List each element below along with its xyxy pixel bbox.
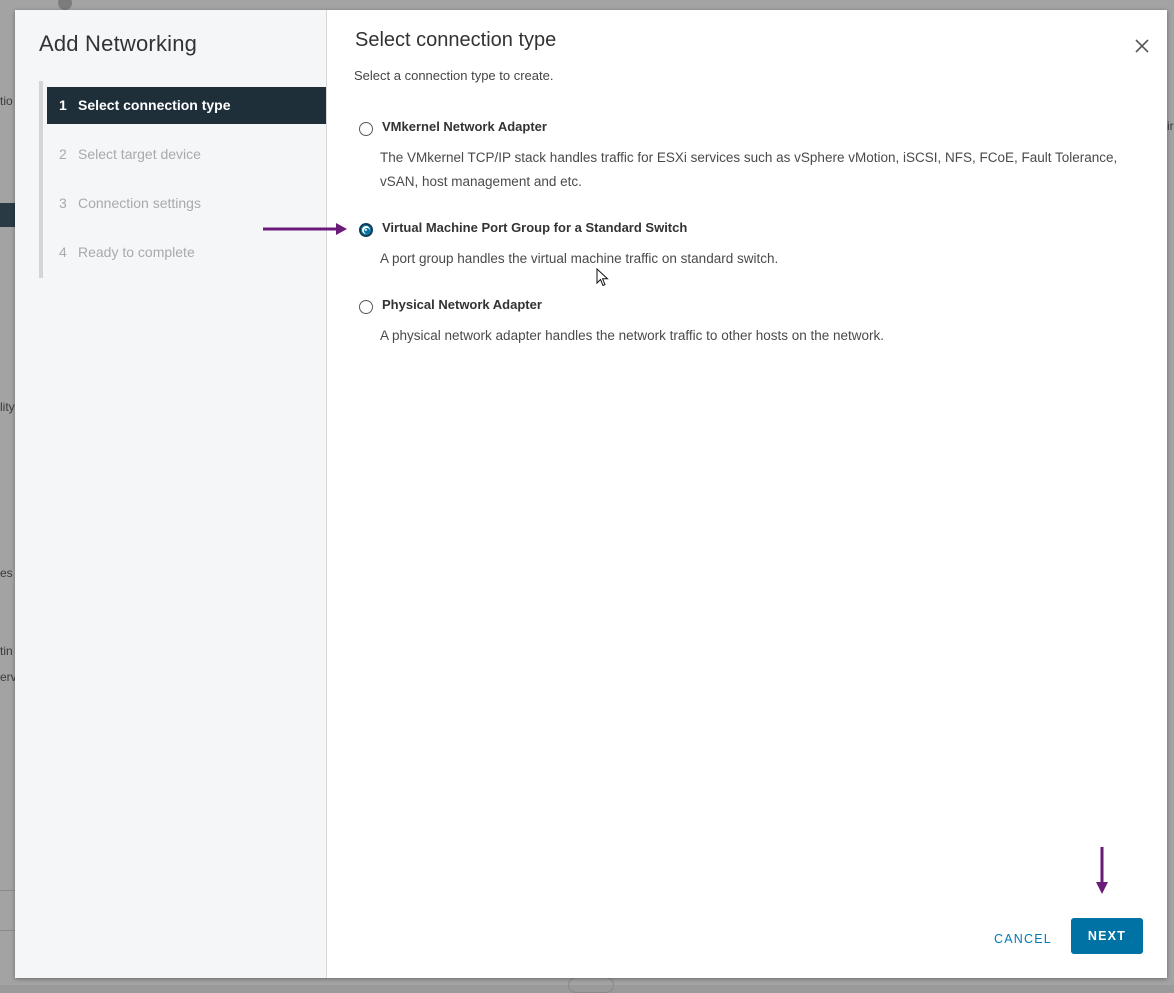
step-label: Select connection type: [78, 97, 231, 113]
background-selected-row: [0, 203, 16, 227]
add-networking-dialog: Add Networking 1 Select connection type …: [15, 10, 1167, 978]
option-label[interactable]: Physical Network Adapter: [382, 297, 542, 312]
step-label: Select target device: [78, 146, 201, 162]
background-text: lity: [0, 400, 15, 414]
background-text: tin: [0, 644, 13, 658]
wizard-steps: 1 Select connection type 2 Select target…: [39, 81, 330, 278]
background-text: ir: [1167, 119, 1174, 133]
background-text: es: [0, 566, 13, 580]
step-label: Connection settings: [78, 195, 201, 211]
radio-physical-network-adapter[interactable]: [359, 300, 373, 314]
step-number: 4: [59, 244, 67, 260]
arrow-annotation-icon: [1096, 847, 1108, 894]
wizard-content: Select connection type Select a connecti…: [327, 10, 1167, 978]
step-number: 3: [59, 195, 67, 211]
background-divider: [0, 890, 16, 891]
wizard-step-select-target-device: 2 Select target device: [47, 136, 326, 173]
option-label[interactable]: VMkernel Network Adapter: [382, 119, 547, 134]
background-text: tio: [0, 94, 13, 108]
wizard-step-select-connection-type[interactable]: 1 Select connection type: [47, 87, 326, 124]
step-number: 2: [59, 146, 67, 162]
mouse-pointer-icon: [596, 268, 609, 287]
wizard-step-connection-settings: 3 Connection settings: [47, 185, 326, 222]
option-description: The VMkernel TCP/IP stack handles traffi…: [380, 150, 1118, 189]
dialog-title: Add Networking: [39, 31, 198, 56]
background-divider: [0, 930, 16, 931]
step-number: 1: [59, 97, 67, 113]
wizard-sidebar: Add Networking 1 Select connection type …: [15, 10, 327, 978]
radio-vm-port-group-standard-switch[interactable]: [359, 223, 373, 237]
close-icon[interactable]: [1133, 37, 1151, 55]
next-button[interactable]: NEXT: [1071, 918, 1143, 954]
cancel-button[interactable]: CANCEL: [987, 927, 1059, 949]
option-label[interactable]: Virtual Machine Port Group for a Standar…: [382, 220, 687, 235]
step-subtitle: Select a connection type to create.: [354, 68, 554, 83]
step-label: Ready to complete: [78, 244, 195, 260]
arrow-annotation-icon: [263, 223, 347, 235]
step-title: Select connection type: [355, 29, 557, 51]
background-control: [568, 977, 614, 993]
wizard-step-ready-to-complete: 4 Ready to complete: [47, 234, 326, 271]
radio-vmkernel-network-adapter[interactable]: [359, 122, 373, 136]
option-description: A port group handles the virtual machine…: [380, 251, 779, 266]
option-description: A physical network adapter handles the n…: [380, 328, 885, 343]
background-avatar-icon: [58, 0, 72, 10]
